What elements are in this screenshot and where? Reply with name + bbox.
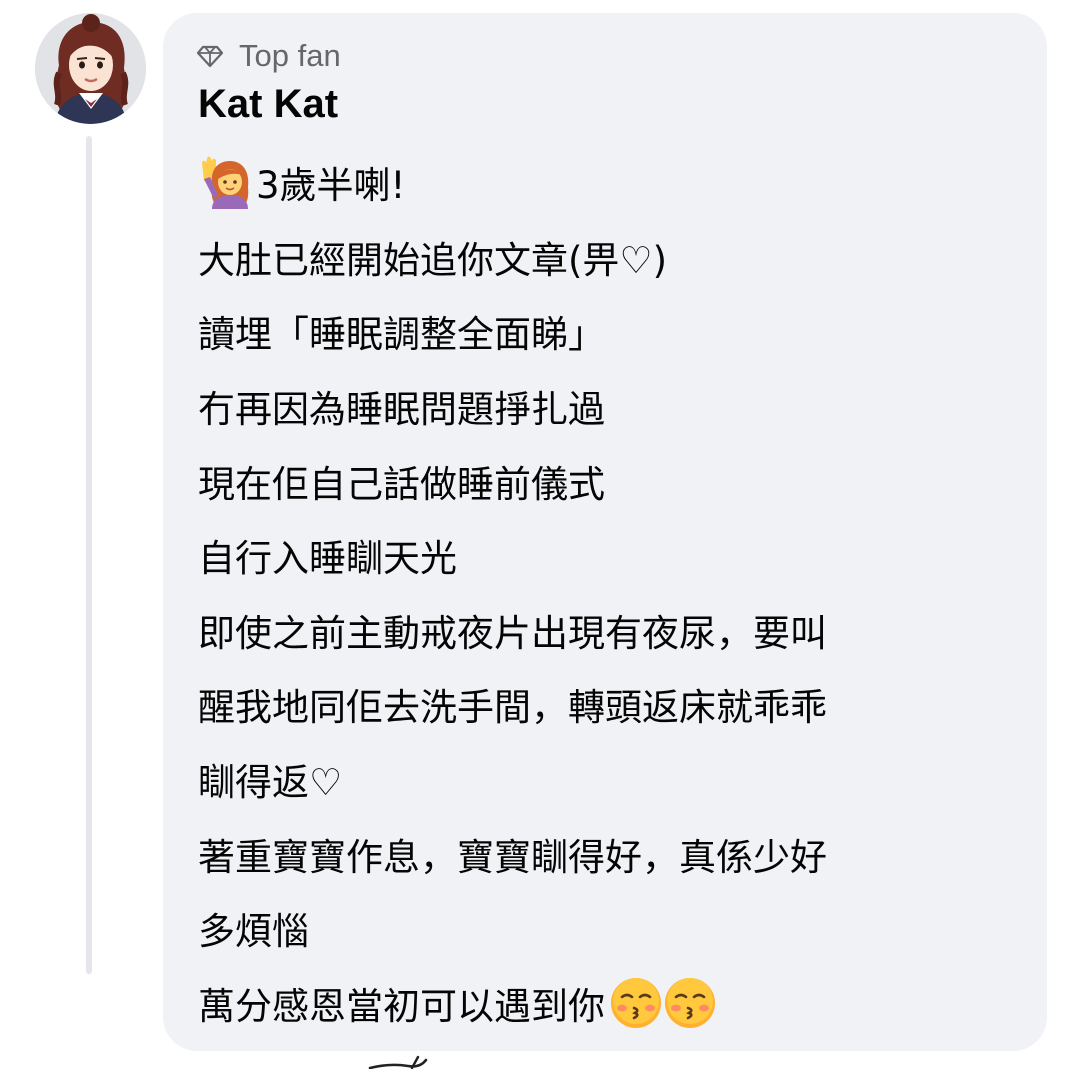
- badge-label: Top fan: [239, 38, 341, 73]
- comment-line: 自行入睡瞓天光: [198, 537, 457, 581]
- comment-line: 3歲半喇!: [198, 145, 1018, 220]
- woman-raising-hand-emoji: [202, 157, 249, 210]
- avatar-illustration: [35, 13, 146, 124]
- author-name[interactable]: Kat Kat: [198, 80, 338, 128]
- reply-thread-line: [86, 136, 92, 974]
- comment-line: 即使之前主動戒夜片出現有夜尿，要叫: [198, 611, 827, 655]
- top-fan-badge[interactable]: Top fan: [195, 36, 341, 76]
- comment-line: 萬分感恩當初可以遇到你: [198, 966, 1018, 1041]
- avatar[interactable]: [35, 13, 146, 124]
- kissing-face-emoji: [611, 977, 661, 1028]
- comment-line: 冇再因為睡眠問題掙扎過: [198, 388, 605, 432]
- comment-line: 多煩惱: [198, 910, 309, 954]
- comment-line: 讀埋「睡眠調整全面睇」: [198, 313, 605, 357]
- comment-line: 現在佢自己話做睡前儀式: [198, 462, 605, 506]
- cropped-sticker-fragment: [368, 1055, 428, 1069]
- kissing-face-emoji: [665, 977, 715, 1028]
- comment-body: 3歲半喇! 大肚已經開始追你文章(畀♡) 讀埋「睡眠調整全面睇」 冇再因為睡眠問…: [198, 145, 1018, 1040]
- comment-line: 大肚已經開始追你文章(畀♡): [198, 238, 668, 282]
- comment-line: 瞓得返♡: [198, 761, 343, 805]
- comment-line: 醒我地同佢去洗手間，轉頭返床就乖乖: [198, 686, 827, 730]
- comment-line: 著重寶寶作息，寶寶瞓得好，真係少好: [198, 835, 827, 879]
- diamond-icon: [196, 45, 224, 68]
